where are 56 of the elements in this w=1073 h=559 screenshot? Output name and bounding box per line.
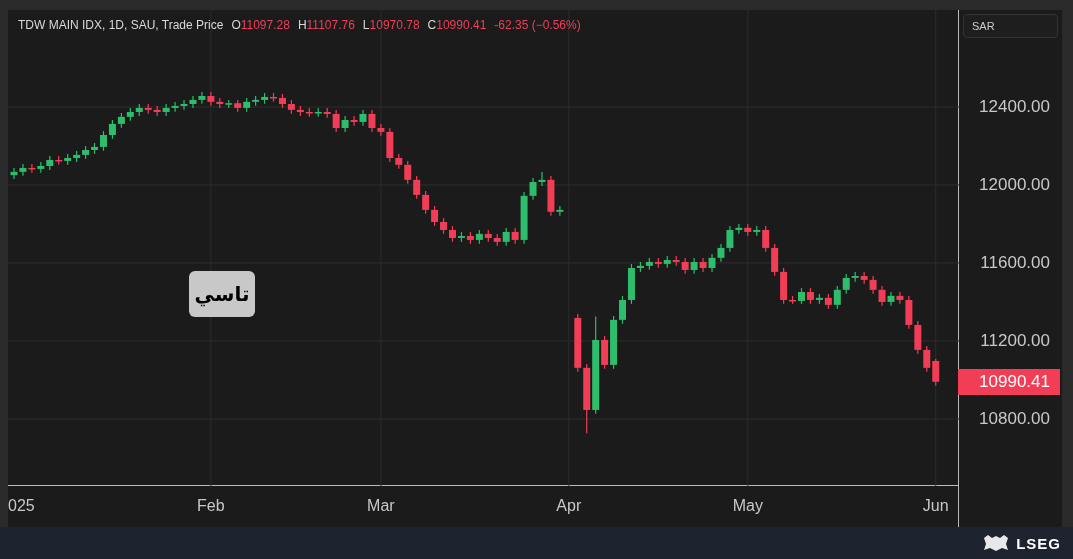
price-label: 11200.00 [980, 330, 1050, 351]
candlestick [99, 130, 107, 152]
logo-text: LSEG [1016, 534, 1061, 552]
candlestick [699, 257, 707, 273]
price-label: 12000.00 [979, 174, 1050, 195]
candlestick [878, 285, 886, 307]
price-change: -62.35 (−0.56%) [494, 18, 581, 32]
candlestick [404, 160, 412, 185]
date-label: Jun [922, 497, 949, 515]
date-label: May [732, 497, 763, 515]
candlestick [108, 119, 116, 140]
candlestick [833, 285, 841, 310]
candlestick [896, 291, 904, 305]
ohlc-value: H11107.76 [297, 18, 355, 32]
candlestick [207, 91, 215, 107]
ohlc-value: C10990.41 [427, 18, 487, 32]
currency-button[interactable]: SAR [963, 14, 1058, 38]
candlestick [735, 223, 743, 235]
last-price-badge: 10990.41 [958, 368, 1060, 395]
candlestick [556, 205, 564, 217]
price-label: 11600.00 [980, 252, 1050, 273]
candlestick [377, 123, 385, 137]
candlestick [332, 109, 340, 133]
candlestick [726, 225, 734, 253]
date-label: Apr [556, 497, 582, 515]
ohlc-value: L10970.78 [362, 18, 420, 32]
candlestick [860, 271, 868, 285]
candlestick [932, 358, 940, 387]
price-label: 12400.00 [979, 96, 1050, 117]
price-label: 10800.00 [979, 408, 1050, 429]
index-label: تاسي [189, 271, 255, 317]
candlestick [842, 273, 850, 295]
symbol-title: TDW MAIN IDX, 1D, SAU, Trade Price [18, 18, 224, 32]
ohlc-value: O11097.28 [231, 18, 290, 32]
candlestick [762, 225, 770, 253]
candlestick [619, 295, 627, 325]
candlestick [431, 205, 439, 227]
candlestick [350, 115, 358, 127]
date-label: Mar [367, 497, 395, 515]
candlestick [180, 99, 188, 111]
date-label: Feb [197, 497, 225, 515]
candlestick [422, 190, 430, 215]
candlestick [529, 177, 537, 201]
candlestick [368, 109, 376, 133]
candlestick [189, 95, 197, 109]
candlestick [19, 163, 27, 177]
candlestick [162, 103, 170, 117]
candlestick [10, 167, 18, 180]
date-label: 025 [8, 497, 35, 515]
candlestick [923, 345, 931, 373]
candlestick [538, 171, 546, 187]
candlestick [171, 101, 179, 113]
candlestick [198, 91, 206, 105]
candlestick [413, 175, 421, 200]
candlestick [771, 243, 779, 277]
candlestick [887, 291, 895, 307]
